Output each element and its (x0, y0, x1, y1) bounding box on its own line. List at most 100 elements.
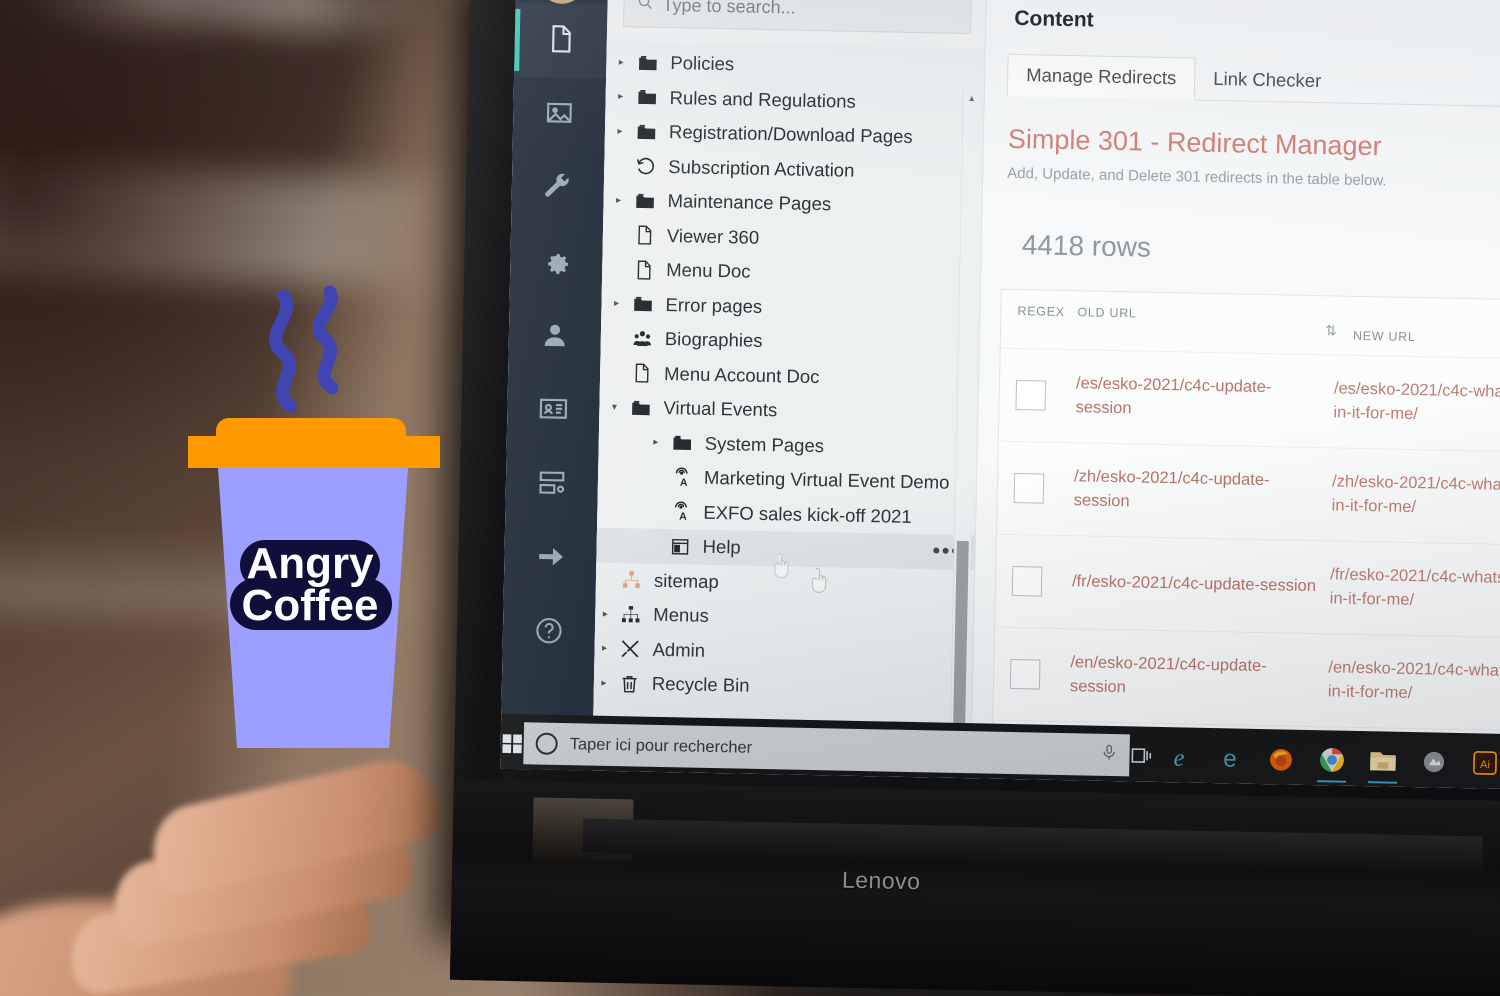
arrow-right-icon (535, 541, 566, 577)
tree-node-label: Menus (653, 604, 710, 627)
folder-icon (631, 121, 661, 143)
tree-node-label: System Pages (704, 432, 825, 456)
chrome-icon[interactable] (1308, 735, 1356, 783)
broadcast-icon: A (665, 501, 695, 523)
tree-caret-icon[interactable]: ▸ (595, 643, 615, 654)
tree-node-label: Registration/Download Pages (668, 121, 913, 148)
content-tree[interactable]: ▸ Policies ▸ Rules and Regulations ▸ Registra… (592, 40, 985, 779)
tree-node-list: ▸ Policies ▸ Rules and Regulations ▸ Registra… (594, 45, 985, 708)
cell-new-url: /fr/esko-2021/c4c-whats-in-it-for-me/ (1329, 565, 1500, 610)
rail-item-deploy[interactable] (504, 521, 597, 597)
tree-node-label: Biographies (664, 328, 763, 352)
cell-new-url: /es/esko-2021/c4c-whats-in-it-for-me/ (1333, 379, 1500, 424)
sort-toggle-icon[interactable]: ⇅ (1325, 310, 1354, 340)
steam-squiggle-icon (312, 285, 339, 395)
column-header-regex[interactable]: REGEX (1001, 304, 1077, 320)
column-header-new-url[interactable]: NEW URL (1353, 311, 1500, 347)
tab-link-checker[interactable]: Link Checker (1195, 59, 1340, 103)
row-checkbox[interactable] (999, 380, 1076, 412)
page-icon (626, 362, 656, 384)
question-mark-icon (534, 615, 565, 651)
lenovo-brand-logo: Lenovo (841, 866, 921, 895)
tree-caret-icon[interactable]: ▸ (610, 91, 632, 102)
cup-label: Angry Coffee (230, 539, 392, 630)
tree-node-label: Policies (670, 52, 735, 75)
row-checkbox[interactable] (998, 473, 1075, 505)
table-row[interactable]: /zh/esko-2021/c4c-update-session/zh/esko… (996, 440, 1500, 545)
tools-icon (614, 638, 644, 660)
steam-squiggle-icon (269, 289, 297, 413)
firefox-icon[interactable] (1257, 734, 1305, 782)
rail-item-media[interactable] (513, 77, 606, 153)
app-icon-rail: EXFO (500, 0, 609, 771)
tree-caret-icon[interactable]: ▸ (608, 195, 630, 206)
angry-coffee-sticker: Angry Coffee (188, 285, 440, 748)
table-row[interactable]: /fr/esko-2021/c4c-update-session/fr/esko… (995, 533, 1500, 638)
rows-count-label: 4418 rows (1021, 229, 1152, 263)
rail-item-help[interactable] (502, 595, 595, 671)
menus-icon (615, 604, 645, 626)
internet-explorer-icon[interactable]: e (1155, 732, 1203, 780)
table-body: /es/esko-2021/c4c-update-session/es/esko… (991, 347, 1500, 790)
tree-caret-icon[interactable]: ▸ (645, 437, 667, 448)
row-checkbox[interactable] (994, 658, 1071, 691)
tree-caret-icon[interactable]: ▾ (603, 402, 625, 413)
table-row[interactable]: /en/esko-2021/c4c-update-session/en/esko… (993, 626, 1500, 731)
laptop: EXFO (449, 0, 1500, 996)
row-checkbox[interactable] (996, 566, 1073, 598)
svg-text:A: A (679, 511, 687, 523)
cell-old-url: /en/esko-2021/c4c-update-session (1069, 653, 1267, 697)
rail-item-settings[interactable] (510, 225, 603, 301)
file-explorer-icon[interactable] (1359, 737, 1407, 785)
scroll-up-arrow[interactable]: ▲ (967, 90, 976, 106)
rail-item-users[interactable] (508, 299, 601, 375)
edge-icon[interactable]: e (1206, 733, 1254, 781)
svg-text:A: A (679, 476, 687, 488)
main-content-pane: EXFO Figma Content Manage Redirects Link… (970, 0, 1500, 790)
tree-caret-icon[interactable]: ▸ (595, 608, 615, 620)
scrollbar-thumb[interactable] (952, 541, 969, 740)
laptop-screen: EXFO (500, 0, 1500, 790)
tree-caret-icon[interactable]: ▸ (609, 126, 631, 137)
tree-node-label: Help (702, 536, 741, 558)
rail-item-content[interactable] (514, 2, 608, 79)
tree-node[interactable]: ▸ Recycle Bin (594, 666, 973, 708)
tree-caret-icon[interactable]: ▸ (610, 57, 632, 68)
plugin-subtitle: Add, Update, and Delete 301 redirects in… (1007, 164, 1387, 190)
cup-lid-top (216, 418, 406, 468)
taskbar-search-placeholder: Taper ici pour rechercher (569, 734, 753, 757)
tree-node-label: Menu Doc (666, 259, 751, 282)
broadcast-icon: A (666, 467, 696, 489)
rail-item-tools[interactable] (511, 151, 604, 227)
checkbox-box (1015, 380, 1047, 411)
rail-item-forms[interactable] (505, 447, 598, 523)
microphone-icon[interactable] (1100, 742, 1118, 768)
task-view-button[interactable] (1129, 744, 1153, 766)
illustrator-icon[interactable]: Ai (1461, 739, 1500, 787)
start-button[interactable] (500, 731, 523, 754)
cell-old-url: /fr/esko-2021/c4c-update-session (1071, 572, 1317, 596)
sitemap-icon (616, 569, 646, 591)
redirects-table: REGEX OLD URL ⇅ NEW URL /es/esko-2021/c4… (991, 288, 1500, 790)
search-input[interactable]: Type to search... (623, 0, 972, 35)
checkbox-box (1009, 658, 1041, 690)
taskbar-search-box[interactable]: Taper ici pour rechercher (523, 722, 1130, 777)
tree-caret-icon[interactable]: ▸ (605, 298, 627, 309)
tree-node-label: Menu Account Doc (663, 362, 820, 387)
cms-application: EXFO (500, 0, 1500, 790)
cell-new-url: /en/esko-2021/c4c-whats-in-it-for-me/ (1327, 658, 1500, 703)
tree-node-label: Rules and Regulations (669, 86, 857, 112)
gear-icon (541, 245, 572, 281)
tree-node-label: Recycle Bin (651, 673, 750, 697)
table-header-row: REGEX OLD URL ⇅ NEW URL (1001, 290, 1500, 359)
windows-logo-icon (502, 733, 522, 753)
column-header-old-url[interactable]: OLD URL (1077, 305, 1325, 324)
tree-node-label: EXFO sales kick-off 2021 (703, 501, 912, 527)
tab-manage-redirects[interactable]: Manage Redirects (1006, 53, 1196, 101)
svg-text:Ai: Ai (1480, 758, 1490, 770)
table-row[interactable]: /es/esko-2021/c4c-update-session/es/esko… (998, 347, 1500, 452)
cell-old-url: /zh/esko-2021/c4c-update-session (1073, 467, 1270, 511)
app-icon[interactable] (1410, 738, 1458, 786)
tree-caret-icon[interactable]: ▸ (594, 677, 614, 689)
rail-item-members[interactable] (507, 373, 600, 449)
